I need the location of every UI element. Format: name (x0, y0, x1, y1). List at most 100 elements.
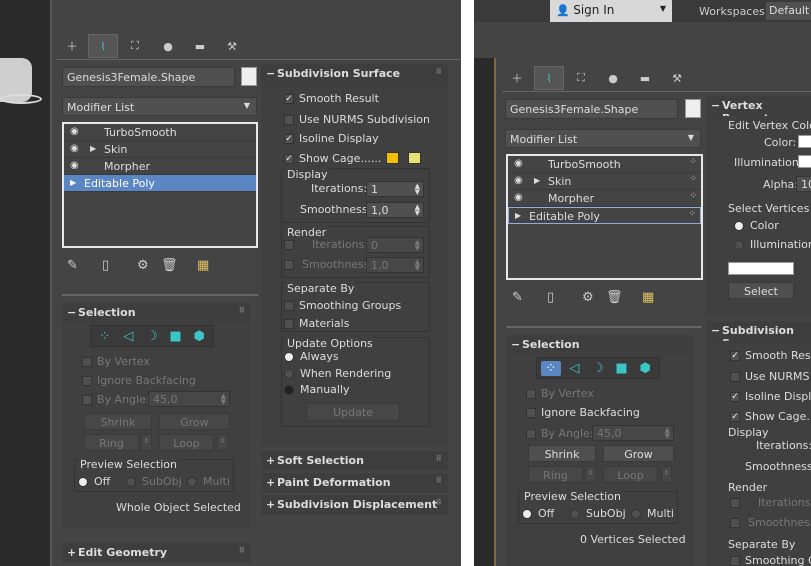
preview-multi-radio[interactable]: Multi (187, 475, 230, 488)
select-button[interactable]: Select (728, 282, 794, 299)
update-always-radio[interactable]: Always (284, 350, 339, 363)
configure-modifier-sets-icon[interactable]: ▦ (642, 290, 654, 305)
expand-triangle-icon[interactable]: ▶ (70, 178, 76, 187)
materials-checkbox[interactable]: Materials (284, 317, 349, 330)
angle-spinner[interactable]: 45,0 ▲ ▼ (148, 391, 230, 407)
grip-icon[interactable]: ⠿ (239, 306, 245, 315)
soft-selection-rollout-header[interactable]: + Soft Selection ⠿ (261, 451, 448, 471)
alpha-spinner[interactable]: 10 (796, 176, 811, 192)
spinner-arrows-icon[interactable]: ▲ ▼ (415, 239, 420, 252)
workspaces-dropdown[interactable]: Default (766, 2, 811, 20)
display-tab-icon[interactable]: ▬ (185, 34, 215, 58)
preview-multi-radio[interactable]: Multi (631, 507, 674, 520)
use-nurms-checkbox[interactable]: Use NURMS S (730, 370, 811, 383)
update-when-rendering-radio[interactable]: When Rendering (284, 367, 391, 380)
shrink-button[interactable]: Shrink (84, 413, 152, 430)
border-level-icon[interactable]: ☽ (142, 329, 162, 344)
display-tab-icon[interactable]: ▬ (630, 66, 660, 90)
loop-button[interactable]: Loop (159, 434, 214, 451)
isoline-display-checkbox[interactable]: ✓ Isoline Display (730, 390, 811, 403)
select-by-color-radio[interactable]: Color (734, 219, 779, 232)
select-by-illumination-radio[interactable]: Illumination (734, 238, 811, 251)
smooth-result-checkbox[interactable]: ✓ Smooth Result (284, 92, 379, 105)
modifier-list-dropdown[interactable]: Modifier List ▼ (505, 129, 701, 148)
edit-geometry-rollout-header[interactable]: + Edit Geometry ⠿ (62, 543, 251, 563)
expand-triangle-icon[interactable]: ▶ (534, 176, 540, 185)
render-smoothness-spinner[interactable]: 1,0 ▲ ▼ (366, 257, 424, 273)
object-color-swatch[interactable] (241, 67, 257, 86)
selection-rollout-header[interactable]: − Selection ⠿ (62, 303, 251, 323)
by-angle-checkbox[interactable]: By Angle: (82, 393, 150, 406)
configure-modifier-sets-icon[interactable]: ▦ (197, 258, 209, 273)
remove-modifier-icon[interactable]: 🗑 (606, 290, 623, 305)
object-name-field[interactable]: Genesis3Female.Shape (62, 67, 235, 87)
cage-color-swatch-1[interactable] (386, 152, 399, 164)
update-manually-radio[interactable]: Manually (284, 383, 350, 396)
loop-spinner-button[interactable]: ⇕ (217, 434, 228, 451)
spinner-arrows-icon[interactable]: ▲ ▼ (415, 259, 420, 272)
polygon-level-icon[interactable]: ■ (166, 329, 186, 344)
ignore-backfacing-checkbox[interactable]: Ignore Backfacing (82, 374, 196, 387)
vertex-level-icon[interactable]: ⁘ (95, 329, 115, 344)
illumination-color-swatch[interactable] (798, 155, 811, 168)
modify-tab-icon[interactable]: ⌇ (88, 34, 118, 58)
select-color-swatch[interactable] (728, 262, 794, 275)
ring-spinner-button[interactable]: ⇕ (141, 434, 152, 451)
motion-tab-icon[interactable]: ● (598, 66, 628, 90)
paint-deformation-rollout-header[interactable]: + Paint Deformation ⠿ (261, 473, 448, 493)
render-smoothness-checkbox[interactable]: Smoothness: (284, 258, 373, 271)
eye-icon[interactable]: ◉ (70, 160, 79, 171)
smooth-result-checkbox[interactable]: ✓ Smooth Resul (730, 349, 811, 362)
stack-item-morpher[interactable]: ◉ Morpher (64, 158, 256, 175)
sign-in-button[interactable]: 👤 Sign In ▼ (550, 0, 672, 22)
edge-level-icon[interactable]: ◁ (565, 361, 585, 376)
ring-button[interactable]: Ring (528, 466, 583, 483)
stack-item-morpher[interactable]: ◉ Morpher ⁘ (508, 190, 701, 207)
isoline-display-checkbox[interactable]: ✓ Isoline Display (284, 132, 379, 145)
render-iterations-spinner[interactable]: 0 ▲ ▼ (366, 237, 424, 253)
iterations-spinner[interactable]: 1 ▲ ▼ (366, 181, 424, 197)
preview-subobj-radio[interactable]: SubObj (126, 475, 182, 488)
pin-stack-icon[interactable]: ✎ (512, 290, 523, 305)
loop-spinner-button[interactable]: ⇕ (661, 466, 672, 483)
preview-off-radio[interactable]: Off (522, 507, 554, 520)
eye-icon[interactable]: ◉ (514, 192, 523, 203)
splitter[interactable] (62, 294, 258, 296)
modifier-list-dropdown[interactable]: Modifier List ▼ (62, 97, 257, 116)
grow-button[interactable]: Grow (159, 413, 230, 430)
modifier-stack[interactable]: ◉ TurboSmooth ⁘ ◉ ▶ Skin ⁘ ◉ Morpher ⁘ ▶… (506, 154, 703, 280)
render-smoothness-checkbox[interactable]: Smoothness: (730, 516, 811, 529)
make-unique-icon[interactable]: ⚙ (137, 258, 149, 273)
grip-icon[interactable]: ⠿ (436, 476, 442, 485)
preview-subobj-radio[interactable]: SubObj (570, 507, 626, 520)
expand-triangle-icon[interactable]: ▶ (515, 211, 521, 220)
vertex-color-swatch[interactable] (798, 135, 811, 148)
element-level-icon[interactable]: ⬢ (635, 361, 655, 376)
stack-item-editable-poly[interactable]: ▶ Editable Poly (64, 175, 256, 192)
utilities-tab-icon[interactable]: ⚒ (217, 34, 247, 58)
subdivision-surface-rollout-header[interactable]: − Subdivision Surface ⠿ (261, 64, 448, 84)
smoothing-groups-checkbox[interactable]: Smoothing Gro (730, 554, 811, 566)
spinner-arrows-icon[interactable]: ▲ ▼ (415, 204, 420, 217)
create-tab-icon[interactable]: ＋ (502, 66, 532, 90)
update-button[interactable]: Update (306, 403, 400, 421)
modify-tab-icon[interactable]: ⌇ (534, 66, 564, 90)
polygon-level-icon[interactable]: ■ (612, 361, 632, 376)
show-end-result-icon[interactable]: ▯ (102, 258, 109, 273)
object-color-swatch[interactable] (685, 99, 701, 118)
show-end-result-icon[interactable]: ▯ (547, 290, 554, 305)
subdivision-surface-rollout-header[interactable]: − Subdivision Su (706, 321, 811, 350)
by-angle-checkbox[interactable]: By Angle: (526, 427, 594, 440)
show-cage-checkbox[interactable]: ✓ Show Cage...... (284, 152, 381, 165)
render-iterations-checkbox[interactable]: Iterations: (730, 496, 811, 509)
ring-spinner-button[interactable]: ⇕ (585, 466, 596, 483)
stack-item-editable-poly[interactable]: ▶ Editable Poly ⁘ (508, 207, 701, 224)
expand-triangle-icon[interactable]: ▶ (90, 144, 96, 153)
stack-item-skin[interactable]: ◉ ▶ Skin (64, 141, 256, 158)
use-nurms-checkbox[interactable]: Use NURMS Subdivision (284, 113, 430, 126)
viewport[interactable] (0, 0, 52, 566)
pin-stack-icon[interactable]: ✎ (67, 258, 78, 273)
element-level-icon[interactable]: ⬢ (189, 329, 209, 344)
remove-modifier-icon[interactable]: 🗑 (161, 258, 178, 273)
eye-icon[interactable]: ◉ (514, 158, 523, 169)
